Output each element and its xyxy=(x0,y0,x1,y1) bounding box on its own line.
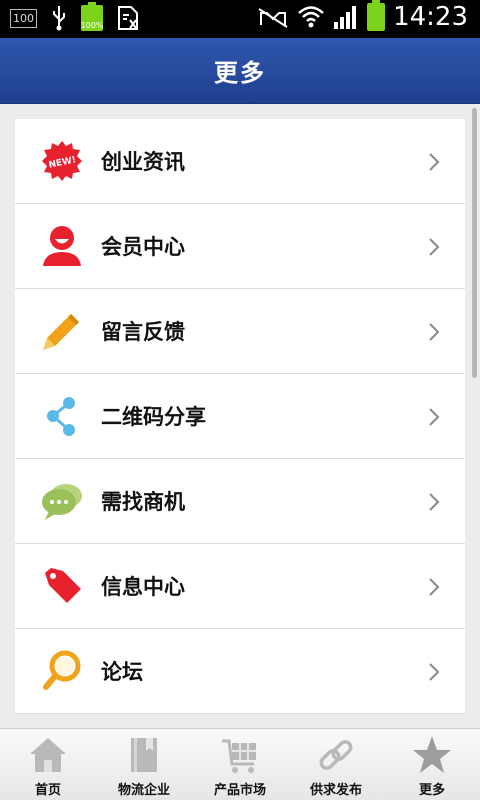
menu-item-label: 留言反馈 xyxy=(101,320,185,344)
signal-icon xyxy=(334,6,357,29)
scrollbar[interactable] xyxy=(472,108,477,378)
tab-label: 首页 xyxy=(34,783,61,798)
book-icon xyxy=(122,733,166,777)
chevron-right-icon xyxy=(429,663,440,681)
menu-item-forum[interactable]: 论坛 xyxy=(15,629,465,714)
cart-icon xyxy=(218,733,262,777)
page-title: 更多 xyxy=(214,59,266,87)
link-icon xyxy=(314,733,358,777)
usb-icon xyxy=(53,6,65,31)
tab-label: 物流企业 xyxy=(117,783,170,798)
chevron-right-icon xyxy=(429,153,440,171)
chat-bubble-icon xyxy=(41,480,83,522)
menu-item-info-center[interactable]: 信息中心 xyxy=(15,544,465,629)
share-icon xyxy=(41,395,83,437)
menu-item-member-center[interactable]: 会员中心 xyxy=(15,204,465,289)
document-icon xyxy=(118,6,138,30)
magnifier-icon xyxy=(41,650,83,692)
home-icon xyxy=(26,733,70,777)
menu-item-label: 需找商机 xyxy=(101,490,185,514)
tab-logistics-companies[interactable]: 物流企业 xyxy=(96,729,192,800)
bottom-tab-bar: 首页 物流企业 产品市场 供求发布 更多 xyxy=(0,728,480,800)
menu-item-startup-news[interactable]: NEW! 创业资讯 xyxy=(15,119,465,204)
menu-item-feedback[interactable]: 留言反馈 xyxy=(15,289,465,374)
tab-label: 更多 xyxy=(418,783,445,798)
tab-product-market[interactable]: 产品市场 xyxy=(192,729,288,800)
menu-item-label: 会员中心 xyxy=(101,235,185,259)
menu-item-label: 信息中心 xyxy=(101,575,185,599)
mute-icon xyxy=(258,8,288,28)
new-badge-icon: NEW! xyxy=(41,140,83,182)
tab-home[interactable]: 首页 xyxy=(0,729,96,800)
menu-item-label: 论坛 xyxy=(101,660,143,684)
tab-supply-demand[interactable]: 供求发布 xyxy=(288,729,384,800)
battery-100-label: 100% xyxy=(80,21,104,30)
battery-icon xyxy=(367,0,386,31)
wifi-icon xyxy=(298,6,324,28)
chevron-right-icon xyxy=(429,578,440,596)
title-bar: 更多 xyxy=(0,38,480,104)
clock: 14:23 xyxy=(393,2,468,32)
tag-icon xyxy=(41,565,83,607)
status-bar: 100 100% 14:23 xyxy=(0,0,480,38)
tab-label: 供求发布 xyxy=(309,783,362,798)
chevron-right-icon xyxy=(429,493,440,511)
chevron-right-icon xyxy=(429,323,440,341)
star-icon xyxy=(410,733,454,777)
menu-item-qr-share[interactable]: 二维码分享 xyxy=(15,374,465,459)
pencil-icon xyxy=(41,310,83,352)
tab-label: 产品市场 xyxy=(213,783,266,798)
menu-list: NEW! 创业资讯 会员中心 留言反馈 二维码分享 需找商机 信息中心 论坛 xyxy=(15,119,465,714)
battery-100-icon: 100% xyxy=(80,2,104,31)
menu-item-business-opportunities[interactable]: 需找商机 xyxy=(15,459,465,544)
menu-item-label: 二维码分享 xyxy=(101,405,206,429)
chevron-right-icon xyxy=(429,408,440,426)
sim-indicator: 100 xyxy=(10,8,37,28)
tab-more[interactable]: 更多 xyxy=(384,729,480,800)
chevron-right-icon xyxy=(429,238,440,256)
member-icon xyxy=(41,225,83,267)
menu-item-label: 创业资讯 xyxy=(101,150,185,174)
